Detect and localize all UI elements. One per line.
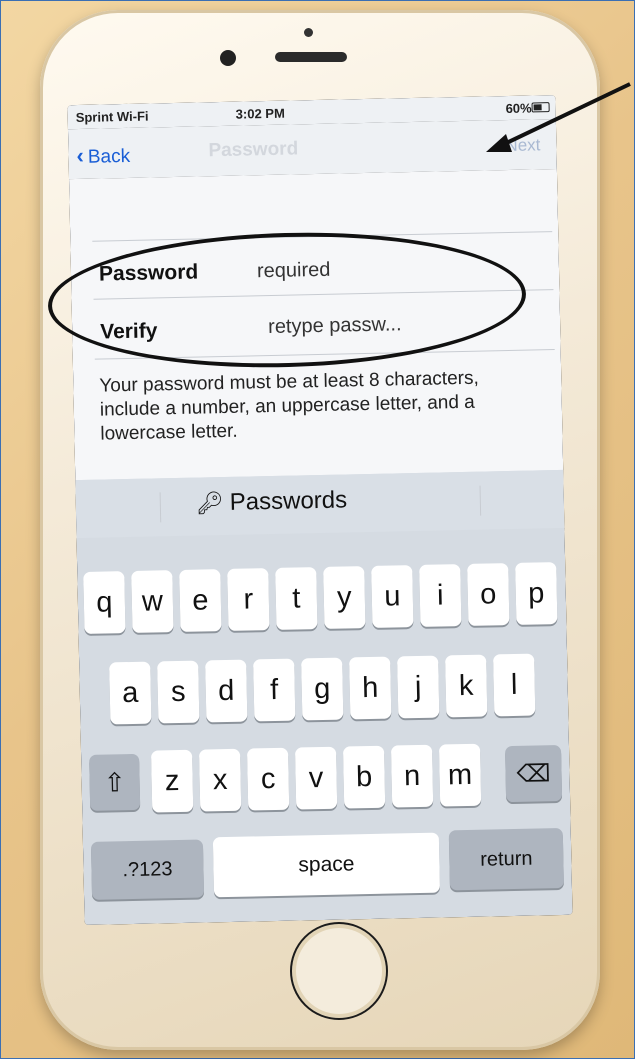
annotation-arrow-icon — [486, 82, 631, 152]
arrow-head — [486, 134, 512, 152]
arrow-shaft — [495, 82, 631, 150]
